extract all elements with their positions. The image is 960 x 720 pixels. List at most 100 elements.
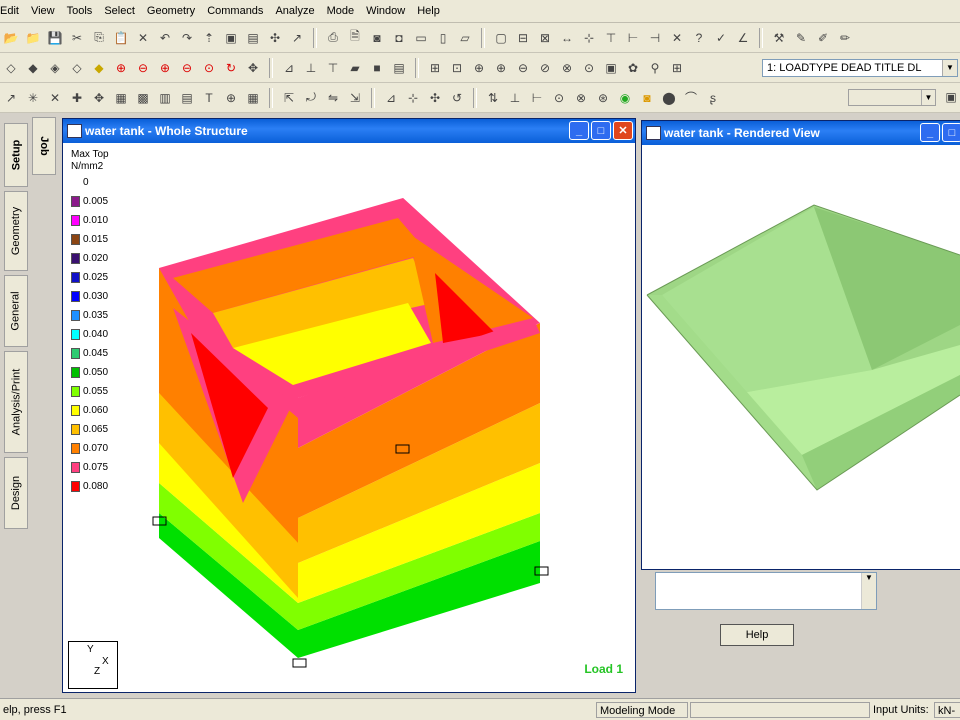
paint-icon[interactable]: ✐	[815, 30, 831, 46]
tab-general[interactable]: General	[4, 275, 28, 347]
beam-select-icon[interactable]: ✕	[47, 90, 63, 106]
render-icon[interactable]: ◙	[639, 90, 655, 106]
undo-geometry-icon[interactable]: ↺	[449, 90, 465, 106]
camera-icon[interactable]: ◙	[369, 30, 385, 46]
minimize-button[interactable]: _	[920, 123, 940, 142]
pencil-icon[interactable]: ✏	[837, 30, 853, 46]
chevron-down-icon[interactable]: ▼	[921, 90, 935, 105]
sheet-icon[interactable]: ▤	[179, 90, 195, 106]
page-icon[interactable]: ▤	[391, 60, 407, 76]
help-button[interactable]: Help	[720, 624, 794, 646]
fill-icon[interactable]: ■	[369, 60, 385, 76]
new-view-icon[interactable]: ▣	[603, 60, 619, 76]
solid-select-icon[interactable]: ✥	[91, 90, 107, 106]
label-icon[interactable]: ⊠	[537, 30, 553, 46]
maximize-button[interactable]: □	[591, 121, 611, 140]
geometry-select-icon[interactable]: ▩	[135, 90, 151, 106]
close-button[interactable]: ✕	[613, 121, 633, 140]
zoom-fit-icon[interactable]: ⊗	[559, 60, 575, 76]
dim-view-icon[interactable]: ⊿	[281, 60, 297, 76]
rotate-up-icon[interactable]: ◇	[3, 60, 19, 76]
tab-geometry[interactable]: Geometry	[4, 191, 28, 271]
iso-view-2-icon[interactable]: ◇	[69, 60, 85, 76]
zoom-in-icon[interactable]: ⊕	[493, 60, 509, 76]
spec-icon[interactable]: ⊢	[529, 90, 545, 106]
monitor-icon[interactable]: ▣	[943, 89, 959, 105]
surface-select-icon[interactable]: ▦	[113, 90, 129, 106]
display-view-icon[interactable]: ✿	[625, 60, 641, 76]
rotate-x2-icon[interactable]: ⊖	[135, 60, 151, 76]
attribute-select[interactable]: ▼	[848, 89, 936, 106]
fit-icon[interactable]: ⊞	[427, 60, 443, 76]
plate-icon[interactable]: ⊢	[625, 30, 641, 46]
surface-icon[interactable]: ✕	[669, 30, 685, 46]
menu-item-tools[interactable]: Tools	[61, 0, 99, 22]
tab-job[interactable]: Job	[32, 117, 56, 175]
rotate-down-icon[interactable]: ◆	[25, 60, 41, 76]
table-icon[interactable]: ▥	[157, 90, 173, 106]
copy-icon[interactable]: ⎘	[91, 30, 107, 46]
stress-contour-plot[interactable]	[63, 143, 635, 691]
cursor-select-icon[interactable]: ↗	[3, 90, 19, 106]
plate-select-icon[interactable]: ✚	[69, 90, 85, 106]
menu-item-help[interactable]: Help	[411, 0, 446, 22]
color-icon[interactable]: ◉	[617, 90, 633, 106]
node-icon[interactable]: ⊹	[581, 30, 597, 46]
minimize-button[interactable]: _	[569, 121, 589, 140]
scroll-down-icon[interactable]: ▼	[861, 573, 876, 609]
cross-icon[interactable]: ✣	[427, 90, 443, 106]
rendered-window-titlebar[interactable]: water tank - Rendered View _ □	[642, 121, 960, 145]
rotate-x-icon[interactable]: ⊕	[113, 60, 129, 76]
zoom-window-icon[interactable]: ⊡	[449, 60, 465, 76]
rotate-y2-icon[interactable]: ⊖	[179, 60, 195, 76]
menu-item-select[interactable]: Select	[98, 0, 141, 22]
tab-setup[interactable]: Setup	[4, 123, 28, 187]
menu-item-commands[interactable]: Commands	[201, 0, 269, 22]
pan-icon[interactable]: ✥	[245, 60, 261, 76]
shape-icon[interactable]: ⬤	[661, 90, 677, 106]
menu-item-analyze[interactable]: Analyze	[269, 0, 320, 22]
zoom-dynamic-icon[interactable]: ⊘	[537, 60, 553, 76]
rendered-tank-view[interactable]	[642, 145, 960, 569]
angle-icon[interactable]: ∠	[735, 30, 751, 46]
iso-view-icon[interactable]: ◈	[47, 60, 63, 76]
load-case-select[interactable]: 1: LOADTYPE DEAD TITLE DL ▼	[762, 59, 958, 77]
rotate-y-icon[interactable]: ⊕	[157, 60, 173, 76]
open-icon[interactable]: 📁	[25, 30, 41, 46]
support-icon[interactable]: ⊥	[507, 90, 523, 106]
tab-analysis-print[interactable]: Analysis/Print	[4, 351, 28, 453]
query-icon[interactable]: ▤	[245, 30, 261, 46]
property-icon[interactable]: ⇅	[485, 90, 501, 106]
info-textbox[interactable]: ▼	[655, 572, 877, 610]
cursor-icon[interactable]: ⇡	[201, 30, 217, 46]
constant-icon[interactable]: ⊙	[551, 90, 567, 106]
report-setup-icon[interactable]: ▯	[435, 30, 451, 46]
tab-design[interactable]: Design	[4, 457, 28, 529]
node-select-icon[interactable]: ✳	[25, 90, 41, 106]
help-query-icon[interactable]: ?	[691, 30, 707, 46]
elevation-icon[interactable]: ⊥	[303, 60, 319, 76]
tools-icon[interactable]: ⚒	[771, 30, 787, 46]
t-icon[interactable]: T	[201, 90, 217, 106]
window-icon[interactable]: ▢	[493, 30, 509, 46]
solid-icon[interactable]: ⊣	[647, 30, 663, 46]
dimension-icon[interactable]: ↔	[559, 30, 575, 46]
cut-icon[interactable]: ✂	[69, 30, 85, 46]
menu-item-mode[interactable]: Mode	[321, 0, 361, 22]
export-icon[interactable]: ▱	[457, 30, 473, 46]
rotate-icon[interactable]: ⤾	[303, 90, 319, 106]
open-folder-icon[interactable]: 📂	[3, 30, 19, 46]
zoom-icon[interactable]: ⊕	[471, 60, 487, 76]
material-icon[interactable]: ⊗	[573, 90, 589, 106]
undo-icon[interactable]: ↶	[157, 30, 173, 46]
print-preview-icon[interactable]: 🗎	[347, 29, 363, 46]
load-icon[interactable]: ⊛	[595, 90, 611, 106]
magnify-icon[interactable]: ⚲	[647, 60, 663, 76]
redo-icon[interactable]: ↷	[179, 30, 195, 46]
shade-icon[interactable]: ▰	[347, 60, 363, 76]
rotate-z2-icon[interactable]: ↻	[223, 60, 239, 76]
hook-icon[interactable]: ʂ	[705, 90, 721, 106]
paste-icon[interactable]: 📋	[113, 30, 129, 46]
iso-yellow-icon[interactable]: ◆	[91, 60, 107, 76]
delete-icon[interactable]: ✕	[135, 30, 151, 46]
